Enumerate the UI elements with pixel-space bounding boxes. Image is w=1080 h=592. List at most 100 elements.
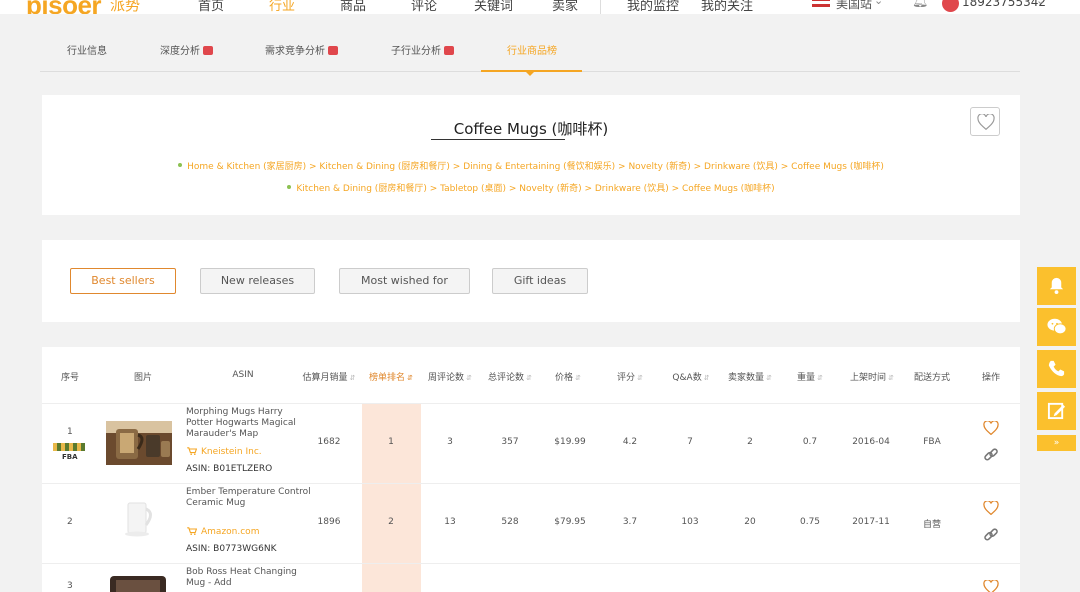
tab-industry-product-ranking[interactable]: 行业商品榜 — [507, 42, 557, 57]
tab-industry-info[interactable]: 行业信息 — [67, 42, 107, 57]
header-weight[interactable]: 重量 ⇵ — [797, 370, 823, 383]
tab-sub-industry[interactable]: 子行业分析 — [391, 42, 454, 57]
phone-icon — [1048, 360, 1065, 377]
row-index: 2 — [67, 517, 73, 527]
notification-tool-button[interactable] — [1037, 267, 1076, 305]
title-underline — [431, 139, 565, 140]
tab-demand-competition[interactable]: 需求竞争分析 — [265, 42, 338, 57]
category-card: Coffee Mugs (咖啡杯) Home & Kitchen (家居厨房) … — [42, 95, 1020, 215]
cell-rank: 1 — [388, 437, 394, 447]
cell-fulfillment: FBA — [923, 437, 941, 447]
header-asin: ASIN — [232, 370, 254, 380]
new-releases-button[interactable]: New releases — [200, 268, 315, 294]
chevron-down-icon[interactable]: ⌄ — [874, 0, 883, 7]
cell-qa: 7 — [687, 437, 693, 447]
logo-chinese: 派势 — [110, 0, 141, 14]
cell-weekly-reviews: 3 — [447, 437, 453, 447]
header-seller-count[interactable]: 卖家数量 ⇵ — [728, 370, 772, 383]
heart-icon[interactable] — [983, 501, 999, 515]
vip-icon — [328, 46, 338, 55]
seller-link[interactable]: Kneistein Inc. — [187, 447, 262, 457]
fba-badge-label: FBA — [62, 453, 78, 461]
tab-deep-analysis[interactable]: 深度分析 — [160, 42, 213, 57]
asin-value[interactable]: ASIN: B01ETLZERO — [186, 464, 272, 474]
logo[interactable]: pisoer — [26, 0, 102, 14]
ranking-filter-card: Best sellers New releases Most wished fo… — [42, 240, 1020, 322]
cell-listed-date: 2017-11 — [852, 517, 890, 527]
gift-ideas-button[interactable]: Gift ideas — [492, 268, 588, 294]
row-index: 1 — [67, 427, 73, 437]
header-index: 序号 — [60, 373, 80, 383]
header-monthly-sales[interactable]: 估算月销量 ⇵ — [303, 370, 356, 383]
product-thumbnail[interactable] — [106, 572, 172, 592]
user-avatar[interactable] — [942, 0, 959, 12]
cell-total-reviews: 357 — [501, 437, 519, 447]
heart-icon[interactable] — [983, 421, 999, 435]
nav-home[interactable]: 首页 — [198, 0, 224, 14]
row-divider — [42, 403, 1020, 404]
nav-divider — [600, 0, 601, 14]
sub-tabs: 行业信息 深度分析 需求竞争分析 子行业分析 行业商品榜 — [40, 30, 1020, 76]
heart-icon — [977, 114, 995, 130]
heart-icon[interactable] — [983, 580, 999, 592]
most-wished-for-button[interactable]: Most wished for — [339, 268, 470, 294]
wechat-icon — [1047, 318, 1067, 335]
sort-icon: ⇵ — [817, 374, 823, 382]
cell-monthly-sales: 1682 — [317, 437, 341, 447]
asin-value[interactable]: ASIN: B0773WG6NK — [186, 544, 276, 554]
best-sellers-button[interactable]: Best sellers — [70, 268, 176, 294]
product-thumbnail[interactable] — [106, 421, 172, 465]
nav-keywords[interactable]: 关键词 — [474, 0, 513, 14]
header-total-reviews[interactable]: 总评论数 ⇵ — [488, 370, 532, 383]
link-icon[interactable] — [983, 527, 999, 543]
nav-products[interactable]: 商品 — [340, 0, 366, 14]
header-image: 图片 — [133, 373, 153, 383]
cell-price: $19.99 — [554, 437, 586, 447]
favorite-category-button[interactable] — [970, 107, 1000, 136]
bell-icon[interactable]: 🔔︎ — [912, 0, 929, 9]
product-title-link[interactable]: Bob Ross Heat Changing Mug - Add — [186, 567, 311, 589]
phone-tool-button[interactable] — [1037, 350, 1076, 388]
link-icon[interactable] — [983, 447, 999, 463]
header-weekly-reviews[interactable]: 周评论数 ⇵ — [428, 370, 472, 383]
row-divider — [42, 483, 1020, 484]
category-title: Coffee Mugs (咖啡杯) — [453, 120, 609, 138]
sort-icon: ⇵ — [888, 374, 894, 382]
user-phone[interactable]: 18923755342 — [962, 0, 1046, 9]
cell-monthly-sales: 1896 — [317, 517, 341, 527]
nav-my-follows[interactable]: 我的关注 — [701, 0, 753, 14]
seller-link[interactable]: Amazon.com — [187, 527, 259, 537]
header-listed-date[interactable]: 上架时间 ⇵ — [850, 370, 894, 383]
header-qa[interactable]: Q&A数 ⇵ — [672, 370, 709, 383]
sort-icon: ⇵ — [575, 374, 581, 382]
product-thumbnail[interactable] — [106, 497, 172, 541]
active-tab-arrow — [526, 72, 534, 76]
nav-reviews[interactable]: 评论 — [411, 0, 437, 14]
nav-sellers[interactable]: 卖家 — [552, 0, 578, 14]
edit-icon — [1047, 402, 1066, 420]
product-title-link[interactable]: Morphing Mugs Harry Potter Hogwarts Magi… — [186, 407, 311, 440]
wechat-tool-button[interactable] — [1037, 308, 1076, 346]
breadcrumb[interactable]: Kitchen & Dining (厨房和餐厅) > Tabletop (桌面)… — [42, 181, 1020, 194]
product-table: 序号 图片 ASIN 估算月销量 ⇵ 榜单排名 ⇵ 周评论数 ⇵ 总评论数 ⇵ 价格 ⇵ … — [42, 347, 1020, 592]
header-rank[interactable]: 榜单排名 ⇵ — [369, 370, 413, 383]
cart-icon — [187, 527, 197, 535]
bullet-icon — [178, 163, 183, 167]
bullet-icon — [287, 185, 292, 189]
header-price[interactable]: 价格 ⇵ — [555, 370, 581, 383]
nav-industry[interactable]: 行业 — [269, 0, 295, 14]
nav-my-monitoring[interactable]: 我的监控 — [627, 0, 679, 14]
sort-icon: ⇵ — [526, 374, 532, 382]
chevron-down-icon[interactable]: ⌄ — [1036, 0, 1045, 7]
top-navbar: pisoer 派势 首页 行业 商品 评论 关键词 卖家 我的监控 我的关注 美… — [0, 0, 1080, 14]
feedback-tool-button[interactable] — [1037, 392, 1076, 430]
country-selector[interactable]: 美国站 — [836, 0, 872, 12]
cell-rank: 2 — [388, 517, 394, 527]
header-rating[interactable]: 评分 ⇵ — [617, 370, 643, 383]
us-flag-icon — [812, 0, 830, 7]
breadcrumb[interactable]: Home & Kitchen (家居厨房) > Kitchen & Dining… — [42, 159, 1020, 172]
vip-icon — [444, 46, 454, 55]
sort-icon: ⇵ — [349, 374, 356, 382]
collapse-tools-button[interactable]: » — [1037, 435, 1076, 451]
product-title-link[interactable]: Ember Temperature Control Ceramic Mug — [186, 487, 311, 509]
